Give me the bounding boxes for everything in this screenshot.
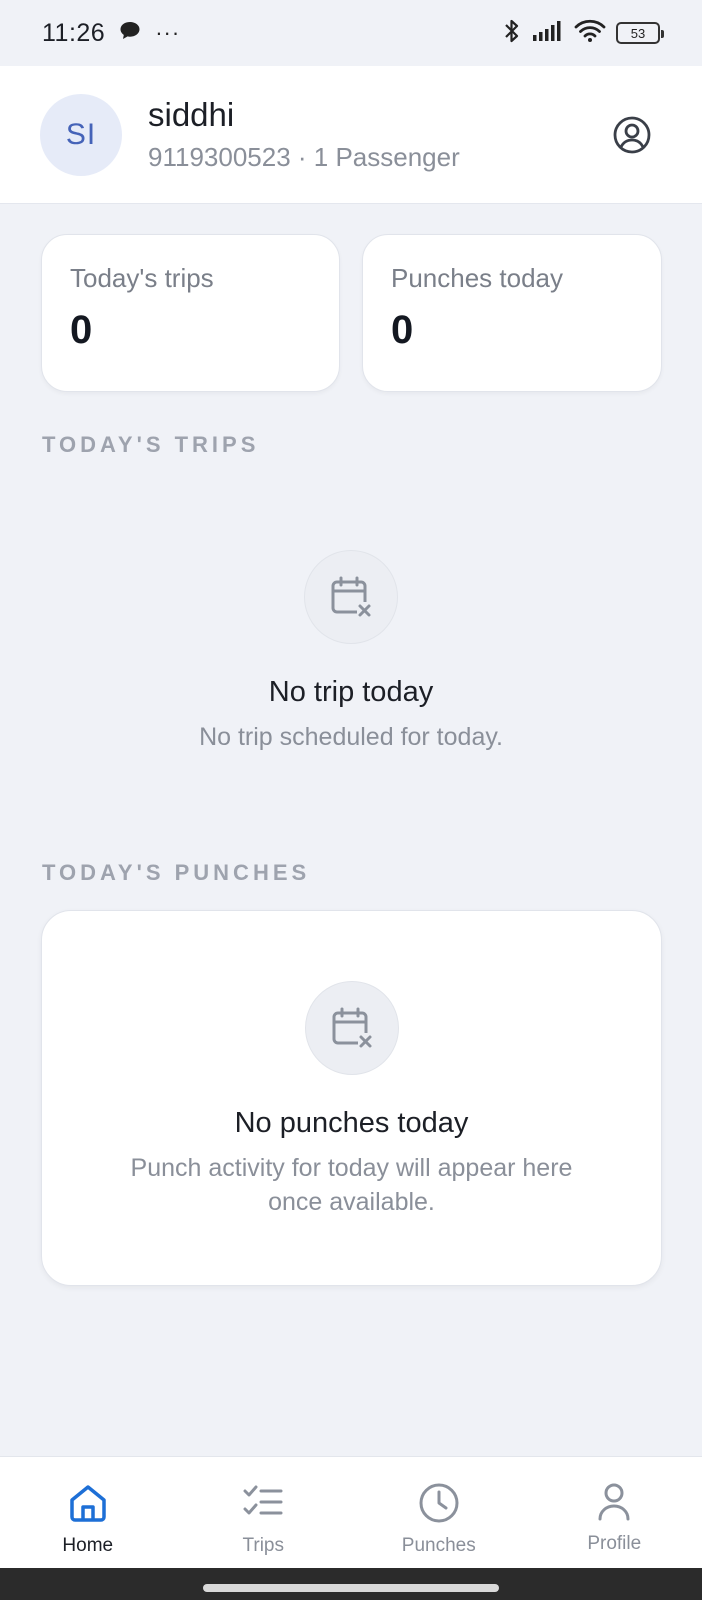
avatar[interactable]: SI [40, 93, 122, 176]
home-icon [70, 1485, 106, 1522]
bottom-navigation: Home Trips Punches Profile [0, 1456, 702, 1568]
nav-punches[interactable]: Punches [351, 1457, 527, 1568]
nav-punches-label: Punches [401, 1535, 476, 1556]
wifi-icon [574, 19, 606, 48]
trips-empty-state: No trip today No trip scheduled for toda… [0, 540, 702, 760]
chat-bubble-icon [119, 21, 141, 46]
punches-empty-subtitle-line1: Punch activity for today will appear her… [130, 1154, 573, 1182]
todays-trips-value: 0 [70, 308, 93, 352]
trips-empty-title: No trip today [268, 676, 434, 708]
user-name: siddhi [148, 96, 235, 133]
checklist-icon [243, 1485, 283, 1515]
punches-today-card[interactable]: Punches today 0 [362, 234, 662, 392]
punches-empty-subtitle-line2: once available. [268, 1188, 435, 1216]
calendar-x-icon [332, 1007, 374, 1049]
todays-trips-label: Today's trips [70, 263, 214, 293]
calendar-x-icon [331, 576, 373, 618]
nav-profile[interactable]: Profile [527, 1457, 702, 1568]
signal-icon [532, 20, 564, 47]
header: SI siddhi 9119300523 · 1 Passenger [0, 66, 702, 204]
punches-empty-title: No punches today [234, 1107, 469, 1139]
user-subtitle: 9119300523 · 1 Passenger [148, 142, 460, 172]
empty-state-icon-circle [304, 981, 399, 1075]
bluetooth-icon [502, 18, 522, 49]
status-time: 11:26 [42, 18, 106, 47]
todays-punches-section-title: TODAY'S PUNCHES [42, 860, 311, 885]
nav-home-label: Home [62, 1535, 114, 1556]
nav-home[interactable]: Home [0, 1457, 176, 1568]
more-notifications-icon: ··· [155, 20, 181, 45]
gesture-handle[interactable] [203, 1584, 499, 1592]
empty-state-icon-circle [304, 550, 398, 644]
person-icon [598, 1483, 630, 1521]
nav-profile-label: Profile [587, 1533, 642, 1554]
nav-trips[interactable]: Trips [176, 1457, 352, 1568]
status-bar: 11:26 ··· 53 [0, 0, 702, 66]
account-button[interactable] [608, 111, 656, 159]
punches-today-label: Punches today [391, 263, 564, 293]
clock-icon [419, 1483, 459, 1523]
todays-trips-section-title: TODAY'S TRIPS [42, 432, 260, 457]
trips-empty-subtitle: No trip scheduled for today. [199, 723, 503, 751]
battery-icon: 53 [616, 22, 664, 44]
todays-trips-card[interactable]: Today's trips 0 [41, 234, 340, 392]
nav-trips-label: Trips [242, 1535, 285, 1556]
account-circle-icon [613, 116, 651, 153]
punches-empty-card: No punches today Punch activity for toda… [41, 910, 662, 1286]
punches-today-value: 0 [391, 308, 414, 352]
